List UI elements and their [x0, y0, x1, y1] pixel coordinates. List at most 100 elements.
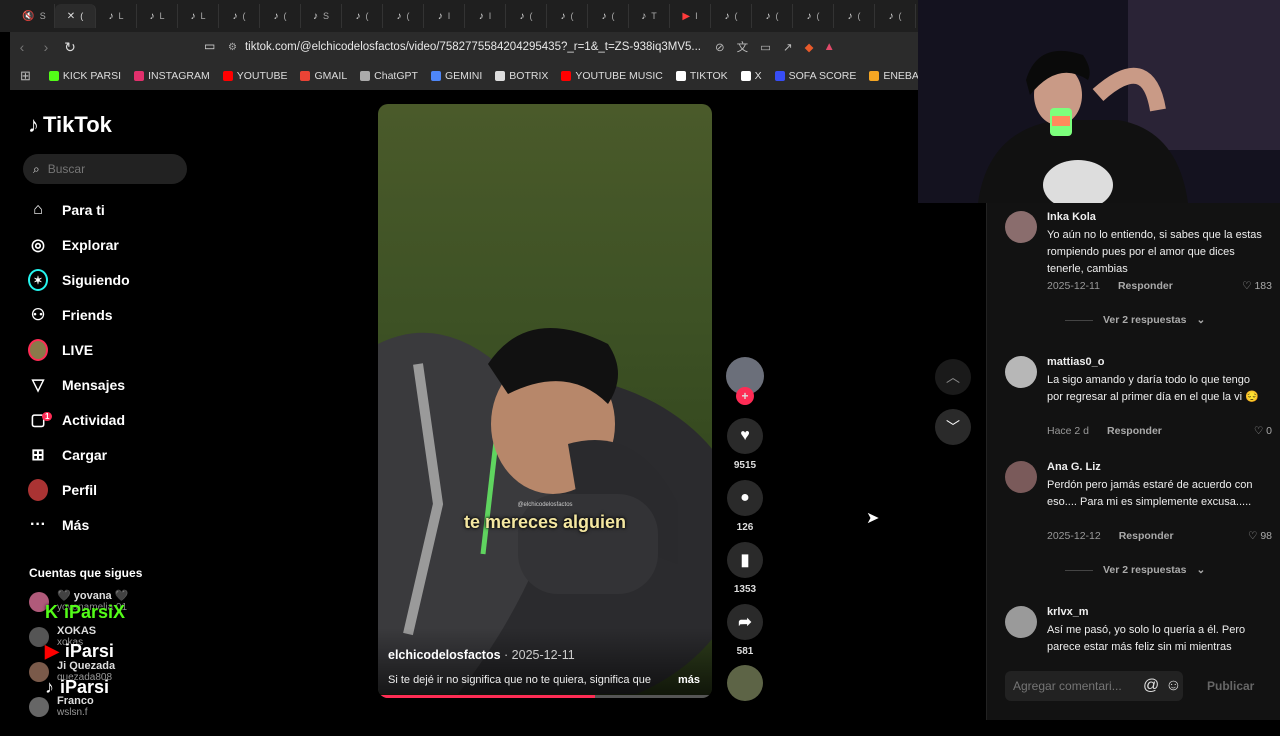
reply-button[interactable]: Responder: [1107, 425, 1162, 437]
creator-avatar-group[interactable]: +: [726, 357, 764, 405]
brave-shield-icon[interactable]: ◆: [805, 40, 814, 54]
save-action[interactable]: ▮ 1353: [726, 542, 764, 595]
bookmark-item[interactable]: INSTAGRAM: [134, 70, 210, 82]
cast-icon[interactable]: ▭: [760, 40, 771, 54]
bookmark-item[interactable]: BOTRIX: [495, 70, 548, 82]
bookmark-item[interactable]: GEMINI: [430, 70, 482, 82]
browser-tab[interactable]: ▶ I: [670, 4, 711, 28]
comment-icon[interactable]: ●: [727, 480, 763, 516]
video-progress-bar[interactable]: [378, 695, 712, 698]
video-player[interactable]: @elchicodelosfactos te mereces alguien e…: [378, 104, 712, 698]
browser-tab[interactable]: ♪(: [219, 4, 260, 28]
previous-video-button[interactable]: ︿: [935, 359, 971, 395]
more-button[interactable]: más: [678, 674, 700, 686]
mention-icon[interactable]: @: [1143, 677, 1159, 695]
close-icon[interactable]: ✕: [67, 11, 75, 22]
browser-tab[interactable]: ♪(: [793, 4, 834, 28]
reload-icon[interactable]: ↻: [58, 39, 82, 56]
browser-tab[interactable]: ♪ L: [96, 4, 137, 28]
comment-input-box[interactable]: @ ☺: [1005, 671, 1183, 701]
comment-author[interactable]: Inka Kola: [1047, 211, 1096, 223]
bookmark-item[interactable]: X: [740, 70, 762, 82]
comment-action[interactable]: ● 126: [726, 480, 764, 533]
bookmark-item[interactable]: YOUTUBE MUSIC: [561, 70, 663, 82]
share-icon[interactable]: ↗: [783, 40, 793, 54]
sidebar-item-m-s[interactable]: ··· Más: [28, 510, 89, 540]
view-replies-button[interactable]: Ver 2 respuestas ⌄: [1065, 564, 1205, 576]
browser-tab[interactable]: ♪(: [875, 4, 916, 28]
bookmark-save-icon[interactable]: ▮: [727, 542, 763, 578]
comment-author[interactable]: Ana G. Liz: [1047, 461, 1101, 473]
browser-tab[interactable]: ♪ L: [178, 4, 219, 28]
search-input[interactable]: [47, 162, 168, 176]
browser-tab[interactable]: ♪(: [588, 4, 629, 28]
video-author[interactable]: elchicodelosfactos · 2025-12-11: [388, 648, 575, 662]
sidebar-item-actividad[interactable]: ▢ 1 Actividad: [28, 405, 125, 435]
bookmark-item[interactable]: SOFA SCORE: [774, 70, 856, 82]
browser-tab[interactable]: ♪ T: [629, 4, 670, 28]
comment-author[interactable]: mattias0_o: [1047, 356, 1104, 368]
comment-like[interactable]: ♡ 98: [1248, 530, 1272, 542]
sidebar-item-explorar[interactable]: ◎ Explorar: [28, 230, 119, 260]
sidebar-item-perfil[interactable]: Perfil: [28, 475, 97, 505]
music-disc[interactable]: [726, 665, 764, 701]
bookmark-item[interactable]: GMAIL: [300, 70, 347, 82]
rewards-icon[interactable]: ▲: [824, 41, 835, 53]
heart-icon[interactable]: ♥: [727, 418, 763, 454]
like-action[interactable]: ♥ 9515: [726, 418, 764, 471]
browser-tab[interactable]: ♪(: [547, 4, 588, 28]
forward-icon[interactable]: ›: [34, 39, 58, 55]
apps-grid-icon[interactable]: ⊞: [20, 68, 31, 84]
browser-tab[interactable]: 🔇 S: [14, 4, 55, 28]
share-arrow-icon[interactable]: ➦: [727, 604, 763, 640]
reply-button[interactable]: Responder: [1118, 280, 1173, 292]
avatar[interactable]: [1005, 356, 1037, 388]
sidebar-item-siguiendo[interactable]: ✶ Siguiendo: [28, 265, 130, 295]
browser-tab[interactable]: ♪(: [834, 4, 875, 28]
url-field[interactable]: ⚙ tiktok.com/@elchicodelosfactos/video/7…: [228, 36, 918, 58]
browser-tab[interactable]: ♪ I: [424, 4, 465, 28]
bookmark-item[interactable]: ENEBA: [869, 70, 918, 82]
bookmark-item[interactable]: TIKTOK: [675, 70, 728, 82]
followed-account[interactable]: Franco wslsn.f: [29, 695, 94, 719]
view-replies-button[interactable]: Ver 2 respuestas ⌄: [1065, 314, 1205, 326]
browser-tab[interactable]: ♪(: [506, 4, 547, 28]
browser-tab[interactable]: ♪ I: [465, 4, 506, 28]
author-name[interactable]: elchicodelosfactos: [388, 648, 501, 662]
next-video-button[interactable]: ﹀: [935, 409, 971, 445]
comment-like[interactable]: ♡ 183: [1242, 280, 1272, 292]
publish-button[interactable]: Publicar: [1207, 679, 1254, 693]
search-box[interactable]: ⌕: [23, 154, 187, 184]
comment-author[interactable]: krlvx_m: [1047, 606, 1089, 618]
bookmark-item[interactable]: ChatGPT: [360, 70, 418, 82]
follow-plus-icon[interactable]: +: [736, 387, 754, 405]
sidebar-item-para-ti[interactable]: ⌂ Para ti: [28, 195, 105, 225]
browser-tab[interactable]: ♪ L: [137, 4, 178, 28]
translate-icon[interactable]: 文: [737, 39, 749, 55]
emoji-icon[interactable]: ☺: [1165, 677, 1181, 695]
sidebar-item-mensajes[interactable]: ▽ Mensajes: [28, 370, 125, 400]
tracking-icon[interactable]: ⊘: [715, 40, 725, 54]
avatar[interactable]: [1005, 606, 1037, 638]
sidebar-item-cargar[interactable]: ⊞ Cargar: [28, 440, 107, 470]
comment-like[interactable]: ♡ 0: [1254, 425, 1272, 437]
site-info-icon[interactable]: ⚙: [228, 42, 237, 53]
music-disc-icon[interactable]: [727, 665, 763, 701]
share-action[interactable]: ➦ 581: [726, 604, 764, 657]
bookmark-item[interactable]: YOUTUBE: [222, 70, 287, 82]
browser-tab[interactable]: ♪ S: [301, 4, 342, 28]
browser-tab[interactable]: ♪(: [383, 4, 424, 28]
browser-tab[interactable]: ♪(: [711, 4, 752, 28]
comment-input[interactable]: [1013, 679, 1137, 693]
back-icon[interactable]: ‹: [10, 39, 34, 55]
browser-tab[interactable]: ♪(: [260, 4, 301, 28]
avatar[interactable]: [1005, 461, 1037, 493]
browser-tab[interactable]: ✕(: [55, 4, 96, 28]
bookmark-icon[interactable]: ▭: [204, 39, 215, 53]
bookmark-item[interactable]: KICK PARSI: [48, 70, 121, 82]
browser-tab[interactable]: ♪(: [752, 4, 793, 28]
sidebar-item-live[interactable]: LIVE: [28, 335, 93, 365]
tiktok-logo[interactable]: ♪ TikTok: [28, 112, 112, 138]
reply-button[interactable]: Responder: [1119, 530, 1174, 542]
sidebar-item-friends[interactable]: ⚇ Friends: [28, 300, 113, 330]
